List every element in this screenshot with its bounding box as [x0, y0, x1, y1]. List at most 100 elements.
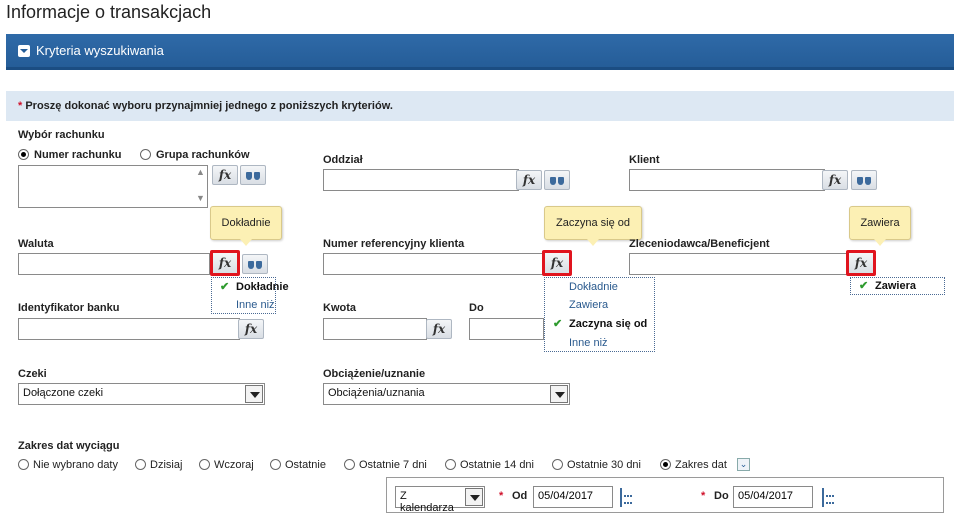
calendar-type-value: Z kalendarza	[400, 490, 454, 514]
currency-input[interactable]	[18, 253, 210, 275]
account-choice-label: Wybór rachunku	[18, 129, 105, 141]
hint-text: Proszę dokonać wyboru przynajmniej jedne…	[25, 100, 393, 112]
menu-item-not-equal[interactable]: Inne niż	[545, 334, 608, 353]
radio-last-14-label: Ostatnie 14 dni	[460, 459, 534, 471]
debit-credit-select-value: Obciążenia/uznania	[328, 387, 425, 399]
binoculars-icon	[247, 259, 263, 269]
bank-id-input[interactable]	[18, 318, 240, 340]
client-ref-label: Numer referencyjny klienta	[323, 238, 465, 250]
double-chevron-down-icon[interactable]: ⌄	[737, 458, 750, 471]
branch-search-button[interactable]	[544, 170, 570, 190]
check-icon: ✔	[553, 318, 563, 330]
bank-id-fx-button[interactable]: fx	[238, 319, 264, 339]
menu-item-exact[interactable]: ✔ Dokładnie	[212, 278, 289, 297]
currency-fx-button[interactable]: fx	[210, 250, 240, 276]
date-from-label: Od	[512, 490, 528, 502]
function-icon: fx	[522, 173, 536, 187]
client-fx-button[interactable]: fx	[822, 170, 848, 190]
amount-to-label: Do	[469, 302, 484, 314]
binoculars-icon	[856, 175, 872, 185]
currency-tooltip: Dokładnie	[210, 206, 282, 246]
date-to-input[interactable]: 05/04/2017	[733, 486, 813, 508]
collapse-icon[interactable]	[18, 45, 30, 57]
currency-search-button[interactable]	[242, 254, 268, 274]
client-ref-input[interactable]	[323, 253, 543, 275]
radio-account-number[interactable]	[18, 149, 29, 160]
radio-last-7-label: Ostatnie 7 dni	[359, 459, 427, 471]
chevron-down-icon[interactable]	[245, 385, 263, 403]
payee-match-menu: ✔ Zawiera	[850, 277, 945, 295]
radio-last[interactable]	[270, 459, 281, 470]
account-search-button[interactable]	[240, 165, 266, 185]
payee-label: Zleceniodawca/Beneficjent	[629, 238, 770, 250]
function-icon: fx	[828, 173, 842, 187]
radio-yesterday[interactable]	[199, 459, 210, 470]
radio-last-30[interactable]	[552, 459, 563, 470]
branch-input[interactable]	[323, 169, 519, 191]
date-to-label: Do	[714, 490, 729, 502]
function-icon: fx	[432, 322, 446, 336]
date-from-input[interactable]: 05/04/2017	[533, 486, 613, 508]
cheques-select-value: Dołączone czeki	[23, 387, 104, 399]
radio-date-range[interactable]	[660, 459, 671, 470]
radio-account-group[interactable]	[140, 149, 151, 160]
calendar-icon[interactable]	[822, 488, 824, 507]
payee-input[interactable]	[629, 253, 847, 275]
radio-no-date-label: Nie wybrano daty	[33, 459, 118, 471]
client-label: Klient	[629, 154, 660, 166]
page-title: Informacje o transakcjach	[6, 2, 212, 22]
radio-last-label: Ostatnie	[285, 459, 326, 471]
criteria-section-header[interactable]: Kryteria wyszukiwania	[6, 34, 954, 70]
amount-fx-button[interactable]: fx	[426, 319, 452, 339]
function-icon: fx	[550, 256, 564, 270]
menu-item-contains[interactable]: Zawiera	[545, 296, 608, 315]
required-star: *	[18, 100, 23, 112]
account-number-textarea[interactable]	[18, 165, 208, 208]
chevron-down-icon[interactable]	[465, 488, 483, 506]
binoculars-icon	[549, 175, 565, 185]
cheques-select[interactable]: Dołączone czeki	[18, 383, 265, 405]
binoculars-icon	[245, 170, 261, 180]
radio-account-group-label: Grupa rachunków	[156, 149, 250, 161]
debit-credit-select[interactable]: Obciążenia/uznania	[323, 383, 570, 405]
scroll-down-icon[interactable]: ▼	[196, 193, 205, 203]
check-icon: ✔	[220, 281, 230, 293]
chevron-down-icon[interactable]	[550, 385, 568, 403]
menu-item-not-equal[interactable]: Inne niż	[212, 296, 275, 315]
section-title: Kryteria wyszukiwania	[36, 43, 164, 58]
calendar-icon[interactable]	[620, 488, 622, 507]
function-icon: fx	[244, 322, 258, 336]
radio-account-number-label: Numer rachunku	[34, 149, 122, 161]
calendar-type-select[interactable]: Z kalendarza	[395, 486, 485, 514]
radio-last-7[interactable]	[344, 459, 355, 470]
radio-last-14[interactable]	[445, 459, 456, 470]
radio-yesterday-label: Wczoraj	[214, 459, 254, 471]
menu-item-contains[interactable]: ✔ Zawiera	[851, 277, 916, 296]
date-range-label: Zakres dat wyciągu	[18, 440, 120, 452]
debit-credit-label: Obciążenie/uznanie	[323, 368, 426, 380]
branch-label: Oddział	[323, 154, 363, 166]
function-icon: fx	[854, 256, 868, 270]
bank-id-label: Identyfikator banku	[18, 302, 120, 314]
amount-input[interactable]	[323, 318, 427, 340]
cheques-label: Czeki	[18, 368, 47, 380]
check-icon: ✔	[859, 280, 869, 292]
function-icon: fx	[218, 256, 232, 270]
scroll-up-icon[interactable]: ▲	[196, 167, 205, 177]
client-ref-fx-button[interactable]: fx	[542, 250, 572, 276]
date-range-options: Nie wybrano daty Dzisiaj Wczoraj Ostatni…	[18, 458, 758, 474]
menu-item-starts-with[interactable]: ✔ Zaczyna się od	[545, 315, 647, 334]
client-search-button[interactable]	[851, 170, 877, 190]
client-input[interactable]	[629, 169, 825, 191]
radio-no-date[interactable]	[18, 459, 29, 470]
currency-label: Waluta	[18, 238, 54, 250]
payee-fx-button[interactable]: fx	[846, 250, 876, 276]
amount-to-input[interactable]	[469, 318, 544, 340]
function-icon: fx	[218, 168, 232, 182]
currency-match-menu: ✔ Dokładnie Inne niż	[211, 277, 289, 315]
menu-item-exact[interactable]: Dokładnie	[545, 278, 618, 297]
branch-fx-button[interactable]: fx	[516, 170, 542, 190]
client-ref-match-menu: Dokładnie Zawiera ✔ Zaczyna się od Inne n…	[544, 277, 655, 352]
account-fx-button[interactable]: fx	[212, 165, 238, 185]
radio-today[interactable]	[135, 459, 146, 470]
